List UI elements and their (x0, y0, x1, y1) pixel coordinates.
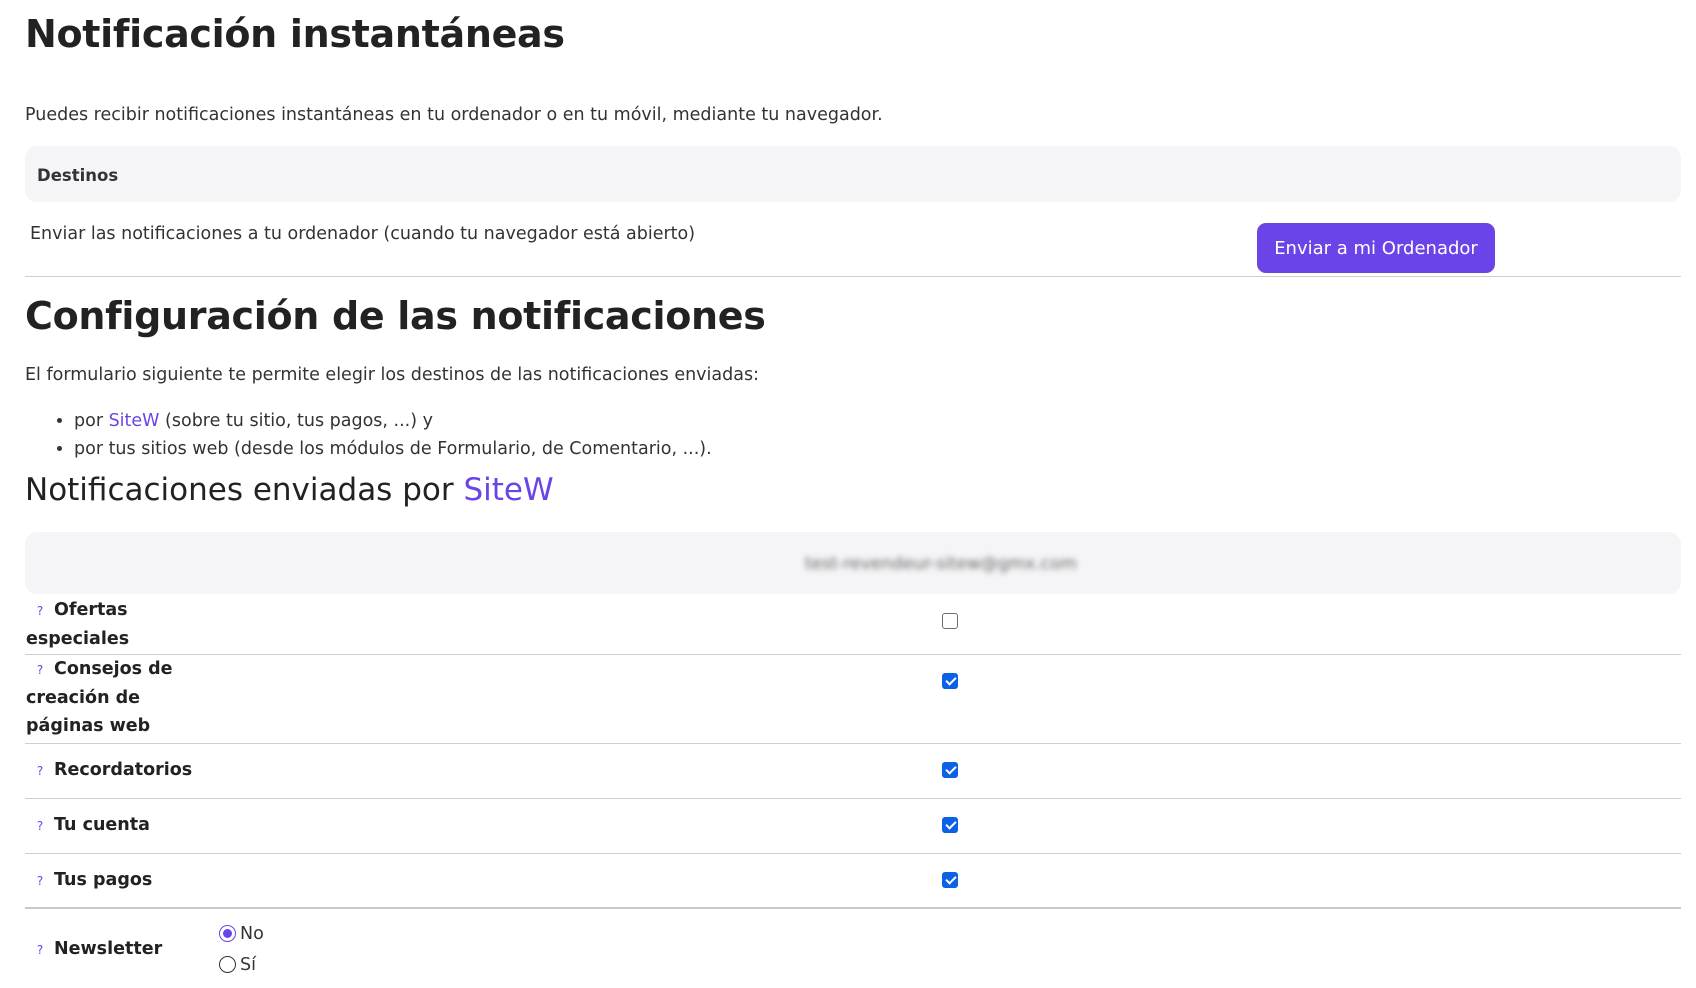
pref-label: ? Recordatorios (26, 756, 216, 785)
pref-label-text: Tu cuenta (54, 815, 150, 835)
sitew-title-link[interactable]: SiteW (463, 472, 553, 508)
checkbox-payments[interactable] (942, 872, 958, 888)
pref-label-text: Newsletter (54, 939, 163, 959)
radio-label-yes: Sí (240, 955, 256, 975)
checkbox-special-offers[interactable] (942, 613, 958, 629)
pref-row-web-tips: ? Consejos de creación de páginas web (25, 655, 1681, 743)
instant-notifications-title: Notificación instantáneas (25, 12, 565, 56)
sitew-title-prefix: Notificaciones enviadas por (25, 472, 464, 508)
pref-label: ? Newsletter (26, 935, 216, 964)
pref-row-account: ? Tu cuenta (25, 799, 1681, 853)
radio-no[interactable] (219, 925, 236, 942)
help-icon[interactable]: ? (26, 656, 54, 684)
checkbox-web-tips[interactable] (942, 673, 958, 689)
pref-row-newsletter: ? Newsletter (25, 910, 1681, 988)
help-icon[interactable]: ? (26, 812, 54, 840)
bullet1-prefix: por (74, 411, 109, 431)
send-to-computer-button[interactable]: Enviar a mi Ordenador (1257, 223, 1495, 273)
blurred-email: test-revendeur-sitew@gmx.com (805, 554, 1077, 574)
destinations-list: por SiteW (sobre tu sitio, tus pagos, ..… (52, 407, 712, 463)
divider (25, 276, 1681, 277)
newsletter-option-yes[interactable]: Sí (219, 955, 256, 975)
pref-row-reminders: ? Recordatorios (25, 744, 1681, 798)
help-icon[interactable]: ? (26, 867, 54, 895)
help-icon[interactable]: ? (26, 936, 54, 964)
pref-row-special-offers: ? Ofertas especiales (25, 594, 1681, 654)
newsletter-option-no[interactable]: No (219, 924, 264, 944)
divider (25, 907, 1681, 909)
radio-yes[interactable] (219, 956, 236, 973)
instant-description: Puedes recibir notificaciones instantáne… (25, 105, 883, 125)
pref-row-payments: ? Tus pagos (25, 854, 1681, 908)
list-item: por tus sitios web (desde los módulos de… (74, 435, 712, 463)
help-icon[interactable]: ? (26, 597, 54, 625)
page: Notificación instantáneas Puedes recibir… (0, 0, 1696, 988)
checkbox-account[interactable] (942, 817, 958, 833)
destinations-header: Destinos (25, 146, 1681, 202)
pref-label: ? Ofertas especiales (26, 596, 216, 653)
sitew-notifications-title: Notificaciones enviadas por SiteW (25, 472, 554, 508)
send-to-computer-text: Enviar las notificaciones a tu ordenador… (30, 224, 696, 244)
pref-label-text: Recordatorios (54, 760, 193, 780)
sitew-link[interactable]: SiteW (109, 411, 160, 431)
pref-label-text: Tus pagos (54, 870, 153, 890)
radio-label-no: No (240, 924, 264, 944)
list-item: por SiteW (sobre tu sitio, tus pagos, ..… (74, 407, 712, 435)
pref-label: ? Tus pagos (26, 866, 216, 895)
email-header: test-revendeur-sitew@gmx.com (25, 532, 1681, 594)
checkbox-reminders[interactable] (942, 762, 958, 778)
pref-label: ? Tu cuenta (26, 811, 216, 840)
destinations-header-label: Destinos (37, 166, 119, 185)
pref-label: ? Consejos de creación de páginas web (26, 655, 216, 740)
help-icon[interactable]: ? (26, 757, 54, 785)
config-title: Configuración de las notificaciones (25, 294, 766, 338)
config-intro: El formulario siguiente te permite elegi… (25, 365, 759, 385)
bullet1-suffix: (sobre tu sitio, tus pagos, ...) y (159, 411, 433, 431)
